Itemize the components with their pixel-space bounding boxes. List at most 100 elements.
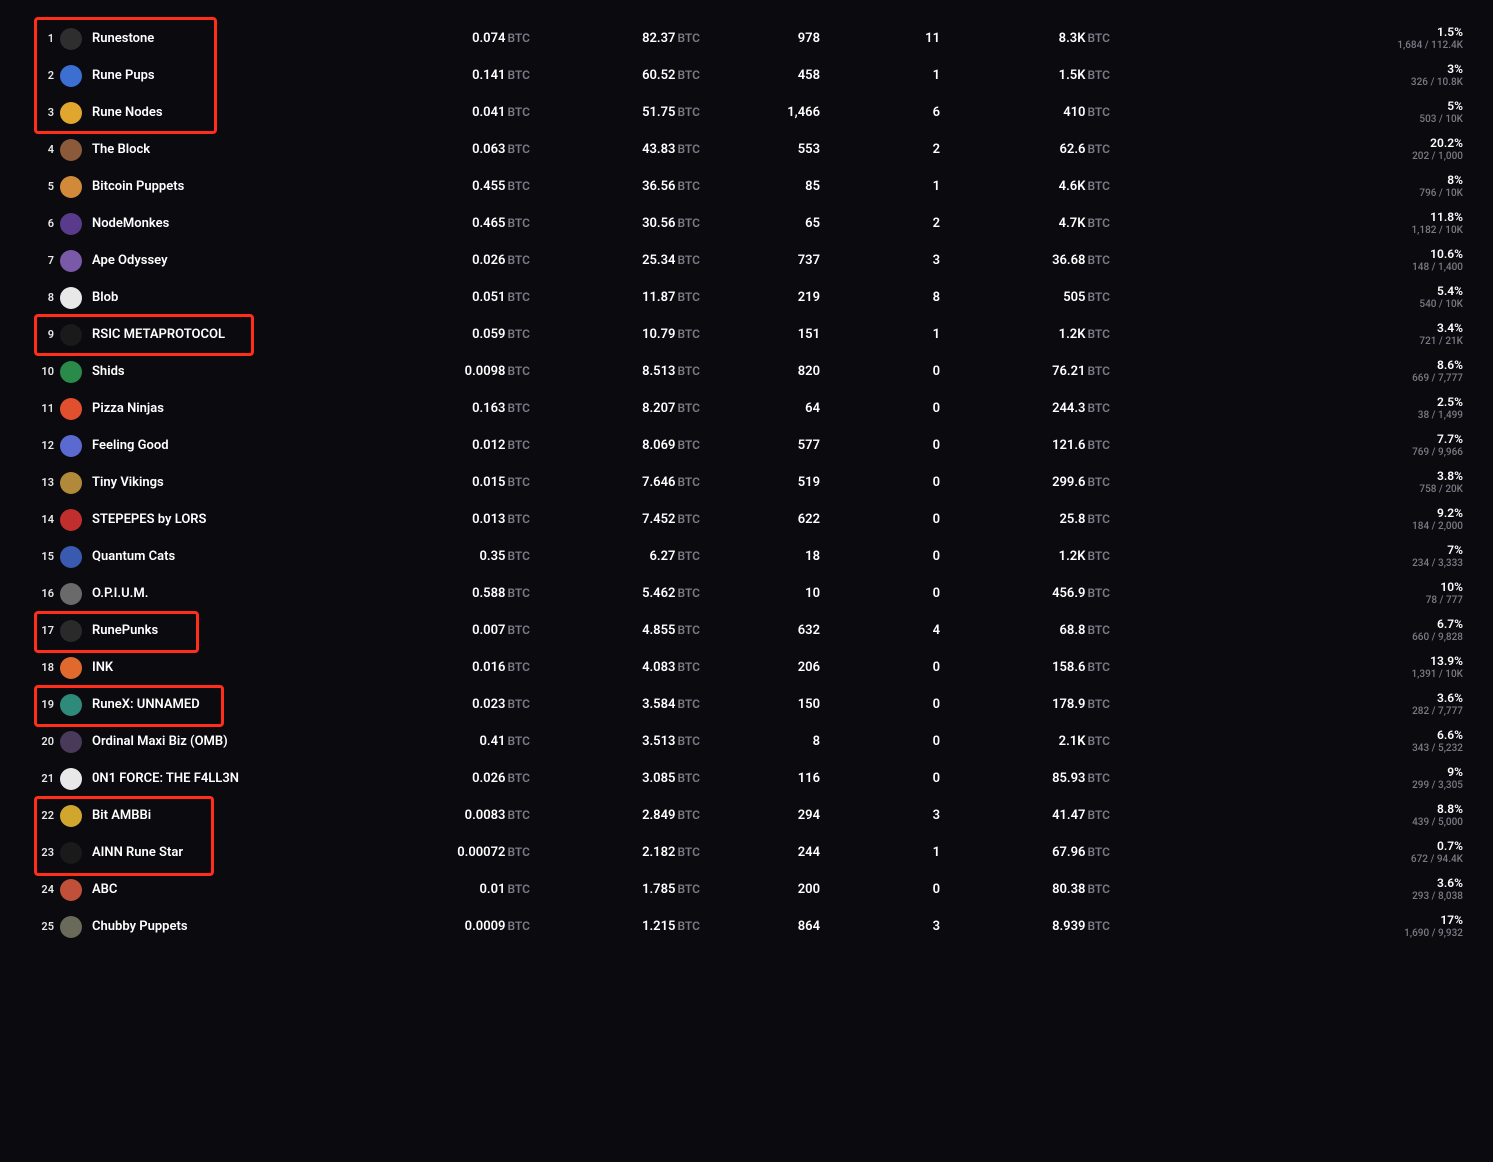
pending-cell: 0	[820, 734, 940, 749]
floor-cell: 0.0098BTC	[360, 364, 530, 379]
name-cell: Ape Odyssey	[60, 250, 360, 272]
floor-cell: 0.015BTC	[360, 475, 530, 490]
floor-cell: 0.35BTC	[360, 549, 530, 564]
marketcap-cell: 41.47BTC	[940, 808, 1110, 823]
collection-name: RuneX: UNNAMED	[92, 697, 200, 712]
table-row[interactable]: 22 Bit AMBBi 0.0083BTC 2.849BTC 294 3 41…	[30, 797, 1463, 834]
collection-avatar-icon	[60, 213, 82, 235]
rank-cell: 14	[30, 513, 60, 526]
marketcap-cell: 67.96BTC	[940, 845, 1110, 860]
marketcap-cell: 158.6BTC	[940, 660, 1110, 675]
table-row[interactable]: 24 ABC 0.01BTC 1.785BTC 200 0 80.38BTC 3…	[30, 871, 1463, 908]
marketcap-cell: 121.6BTC	[940, 438, 1110, 453]
table-row[interactable]: 23 AINN Rune Star 0.00072BTC 2.182BTC 24…	[30, 834, 1463, 871]
collection-avatar-icon	[60, 620, 82, 642]
table-row[interactable]: 21 0N1 FORCE: THE F4LL3N 0.026BTC 3.085B…	[30, 760, 1463, 797]
sales-cell: 1,466	[700, 105, 820, 120]
table-row[interactable]: 3 Rune Nodes 0.041BTC 51.75BTC 1,466 6 4…	[30, 94, 1463, 131]
table-row[interactable]: 15 Quantum Cats 0.35BTC 6.27BTC 18 0 1.2…	[30, 538, 1463, 575]
table-row[interactable]: 14 STEPEPES by LORS 0.013BTC 7.452BTC 62…	[30, 501, 1463, 538]
marketcap-cell: 85.93BTC	[940, 771, 1110, 786]
pending-cell: 8	[820, 290, 940, 305]
floor-cell: 0.016BTC	[360, 660, 530, 675]
marketcap-cell: 456.9BTC	[940, 586, 1110, 601]
listed-cell: 7% 234 / 3,333	[1110, 543, 1463, 569]
name-cell: Chubby Puppets	[60, 916, 360, 938]
volume-cell: 82.37BTC	[530, 31, 700, 46]
table-row[interactable]: 10 Shids 0.0098BTC 8.513BTC 820 0 76.21B…	[30, 353, 1463, 390]
pending-cell: 0	[820, 401, 940, 416]
pending-cell: 2	[820, 142, 940, 157]
table-row[interactable]: 16 O.P.I.U.M. 0.588BTC 5.462BTC 10 0 456…	[30, 575, 1463, 612]
collection-name: RSIC METAPROTOCOL	[92, 327, 225, 342]
table-row[interactable]: 8 Blob 0.051BTC 11.87BTC 219 8 505BTC 5.…	[30, 279, 1463, 316]
table-row[interactable]: 1 Runestone 0.074BTC 82.37BTC 978 11 8.3…	[30, 20, 1463, 57]
floor-cell: 0.012BTC	[360, 438, 530, 453]
volume-cell: 43.83BTC	[530, 142, 700, 157]
table-row[interactable]: 13 Tiny Vikings 0.015BTC 7.646BTC 519 0 …	[30, 464, 1463, 501]
sales-cell: 244	[700, 845, 820, 860]
table-row[interactable]: 19 RuneX: UNNAMED 0.023BTC 3.584BTC 150 …	[30, 686, 1463, 723]
floor-cell: 0.023BTC	[360, 697, 530, 712]
listed-cell: 1.5% 1,684 / 112.4K	[1110, 25, 1463, 51]
rank-cell: 18	[30, 661, 60, 674]
rank-cell: 3	[30, 106, 60, 119]
marketcap-cell: 80.38BTC	[940, 882, 1110, 897]
collection-name: NodeMonkes	[92, 216, 169, 231]
table-row[interactable]: 25 Chubby Puppets 0.0009BTC 1.215BTC 864…	[30, 908, 1463, 945]
rank-cell: 11	[30, 402, 60, 415]
table-row[interactable]: 12 Feeling Good 0.012BTC 8.069BTC 577 0 …	[30, 427, 1463, 464]
pending-cell: 3	[820, 919, 940, 934]
floor-cell: 0.007BTC	[360, 623, 530, 638]
sales-cell: 820	[700, 364, 820, 379]
table-row[interactable]: 7 Ape Odyssey 0.026BTC 25.34BTC 737 3 36…	[30, 242, 1463, 279]
listed-cell: 8% 796 / 10K	[1110, 173, 1463, 199]
marketcap-cell: 36.68BTC	[940, 253, 1110, 268]
volume-cell: 60.52BTC	[530, 68, 700, 83]
rank-cell: 1	[30, 32, 60, 45]
table-row[interactable]: 2 Rune Pups 0.141BTC 60.52BTC 458 1 1.5K…	[30, 57, 1463, 94]
collection-name: Quantum Cats	[92, 549, 175, 564]
rank-cell: 5	[30, 180, 60, 193]
sales-cell: 85	[700, 179, 820, 194]
sales-cell: 622	[700, 512, 820, 527]
marketcap-cell: 410BTC	[940, 105, 1110, 120]
marketcap-cell: 1.2KBTC	[940, 327, 1110, 342]
table-row[interactable]: 6 NodeMonkes 0.465BTC 30.56BTC 65 2 4.7K…	[30, 205, 1463, 242]
name-cell: 0N1 FORCE: THE F4LL3N	[60, 768, 360, 790]
rank-cell: 25	[30, 920, 60, 933]
table-row[interactable]: 9 RSIC METAPROTOCOL 0.059BTC 10.79BTC 15…	[30, 316, 1463, 353]
collection-name: RunePunks	[92, 623, 158, 638]
table-row[interactable]: 5 Bitcoin Puppets 0.455BTC 36.56BTC 85 1…	[30, 168, 1463, 205]
marketcap-cell: 2.1KBTC	[940, 734, 1110, 749]
table-row[interactable]: 20 Ordinal Maxi Biz (OMB) 0.41BTC 3.513B…	[30, 723, 1463, 760]
sales-cell: 150	[700, 697, 820, 712]
name-cell: RSIC METAPROTOCOL	[60, 324, 360, 346]
volume-cell: 2.182BTC	[530, 845, 700, 860]
listed-cell: 11.8% 1,182 / 10K	[1110, 210, 1463, 236]
sales-cell: 151	[700, 327, 820, 342]
floor-cell: 0.41BTC	[360, 734, 530, 749]
listed-cell: 6.7% 660 / 9,828	[1110, 617, 1463, 643]
sales-cell: 8	[700, 734, 820, 749]
volume-cell: 25.34BTC	[530, 253, 700, 268]
volume-cell: 1.215BTC	[530, 919, 700, 934]
pending-cell: 1	[820, 179, 940, 194]
volume-cell: 11.87BTC	[530, 290, 700, 305]
listed-cell: 3.6% 293 / 8,038	[1110, 876, 1463, 902]
sales-cell: 64	[700, 401, 820, 416]
listed-cell: 9.2% 184 / 2,000	[1110, 506, 1463, 532]
table-row[interactable]: 4 The Block 0.063BTC 43.83BTC 553 2 62.6…	[30, 131, 1463, 168]
collection-avatar-icon	[60, 28, 82, 50]
table-row[interactable]: 11 Pizza Ninjas 0.163BTC 8.207BTC 64 0 2…	[30, 390, 1463, 427]
table-row[interactable]: 17 RunePunks 0.007BTC 4.855BTC 632 4 68.…	[30, 612, 1463, 649]
rank-cell: 22	[30, 809, 60, 822]
sales-cell: 458	[700, 68, 820, 83]
marketcap-cell: 4.7KBTC	[940, 216, 1110, 231]
pending-cell: 0	[820, 475, 940, 490]
sales-cell: 577	[700, 438, 820, 453]
name-cell: Runestone	[60, 28, 360, 50]
name-cell: Quantum Cats	[60, 546, 360, 568]
sales-cell: 294	[700, 808, 820, 823]
table-row[interactable]: 18 INK 0.016BTC 4.083BTC 206 0 158.6BTC …	[30, 649, 1463, 686]
